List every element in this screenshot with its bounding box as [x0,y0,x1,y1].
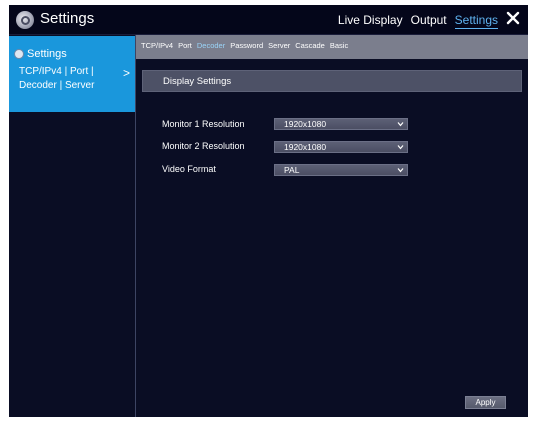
sidebar-item-settings[interactable]: Settings TCP/IPv4 | Port | Decoder | Ser… [9,36,135,112]
sidebar-subitems[interactable]: TCP/IPv4 | Port | Decoder | Server [19,65,119,93]
sidebar: Settings TCP/IPv4 | Port | Decoder | Ser… [9,35,136,417]
monitor-2-resolution-select[interactable]: 1920x1080 [274,141,408,153]
title-bar: Settings Live Display Output Settings [9,5,528,35]
monitor-2-resolution-label: Monitor 2 Resolution [162,141,245,151]
section-title: Display Settings [163,76,232,87]
nav-live-display[interactable]: Live Display [338,12,403,29]
chevron-down-icon [397,145,404,150]
apply-button[interactable]: Apply [465,396,506,409]
monitor-1-resolution-select[interactable]: 1920x1080 [274,118,408,130]
top-nav: Live Display Output Settings [338,12,498,29]
app-logo-icon [16,11,34,29]
tab-tcp-ipv4[interactable]: TCP/IPv4 [141,41,173,51]
nav-settings[interactable]: Settings [454,12,498,29]
tab-server[interactable]: Server [268,41,290,51]
chevron-down-icon [397,122,404,127]
tab-decoder[interactable]: Decoder [197,41,225,51]
tab-basic[interactable]: Basic [330,41,348,51]
tab-port[interactable]: Port [178,41,192,51]
video-format-select[interactable]: PAL [274,164,408,176]
nav-output[interactable]: Output [411,12,447,29]
tab-password[interactable]: Password [230,41,263,51]
chevron-down-icon [397,168,404,173]
gear-icon [14,49,24,59]
select-value: PAL [284,165,300,175]
monitor-1-resolution-label: Monitor 1 Resolution [162,119,245,129]
settings-window: Settings Live Display Output Settings Se… [9,5,528,417]
select-value: 1920x1080 [284,119,327,129]
video-format-label: Video Format [162,164,216,174]
sidebar-item-label: Settings [27,48,67,60]
section-header: Display Settings [142,70,522,92]
tab-cascade[interactable]: Cascade [295,41,325,51]
close-icon[interactable] [506,11,520,25]
chevron-right-icon: > [123,66,131,80]
select-value: 1920x1080 [284,142,327,152]
page-title: Settings [40,10,95,27]
settings-tabbar: TCP/IPv4 Port Decoder Password Server Ca… [136,35,528,59]
